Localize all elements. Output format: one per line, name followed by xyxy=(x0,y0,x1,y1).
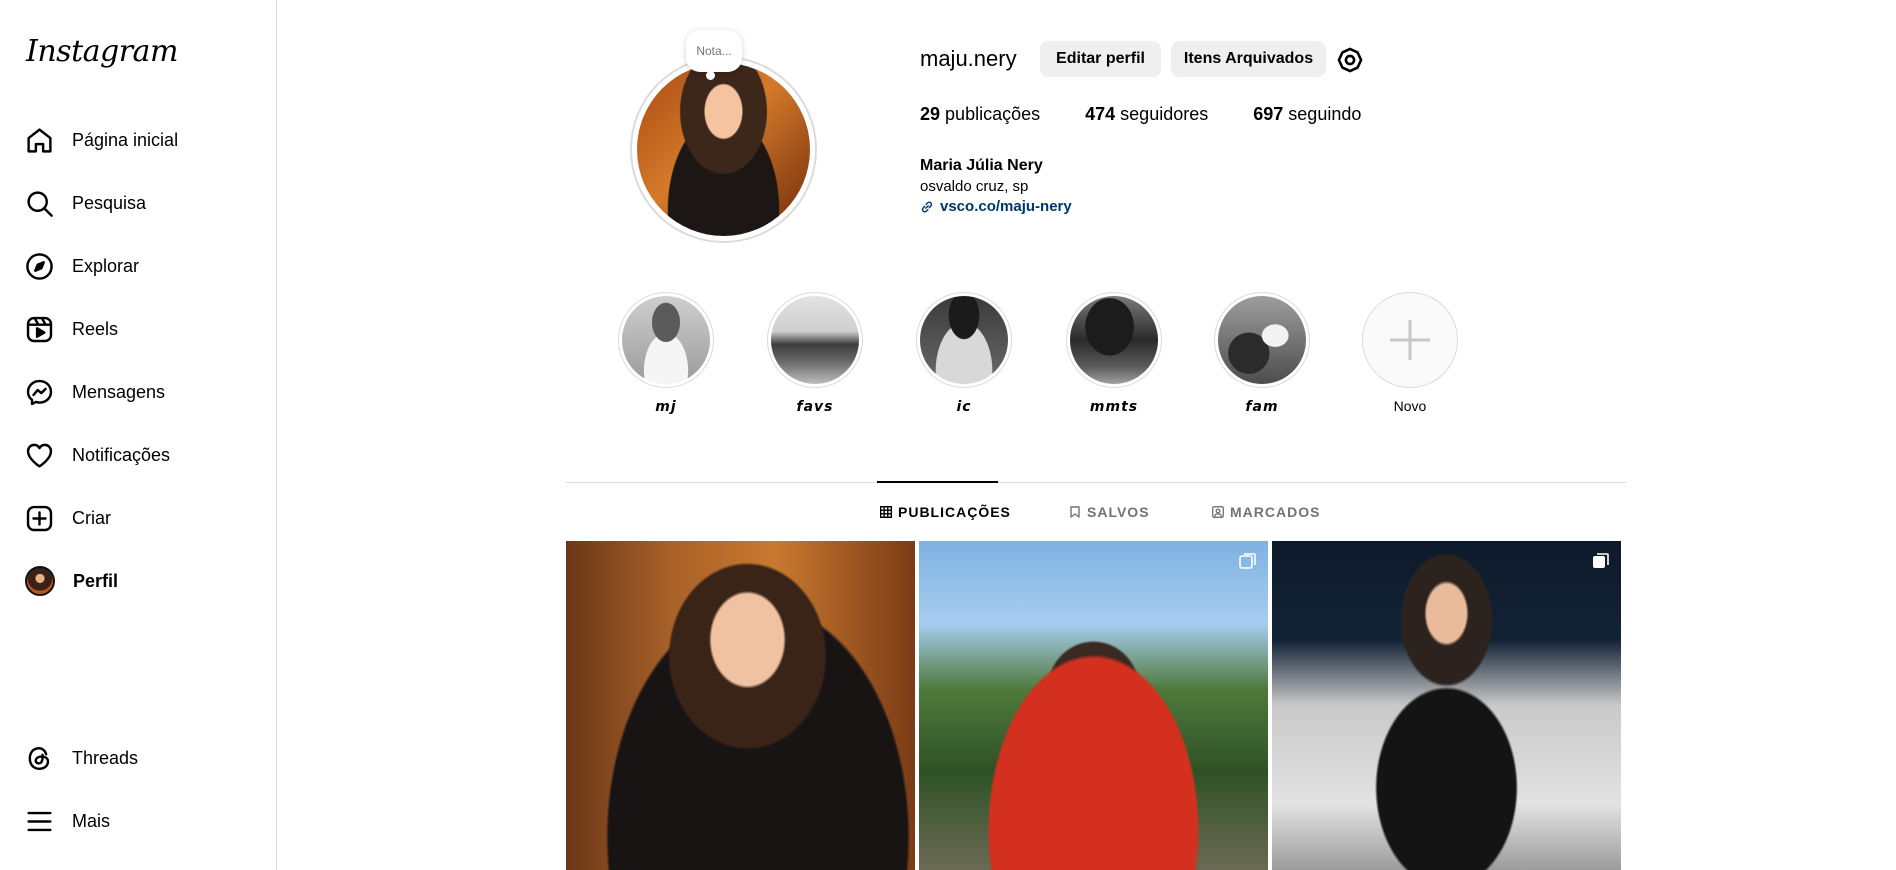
profile-photo xyxy=(637,63,810,236)
sidebar-item-label: Criar xyxy=(72,508,111,528)
sidebar-item-label: Mensagens xyxy=(72,382,166,402)
plus-square-icon xyxy=(26,505,53,531)
highlight-cover xyxy=(618,292,714,388)
profile-avatar[interactable] xyxy=(630,56,817,243)
highlight-cover xyxy=(1214,292,1310,388)
following-count: 697 xyxy=(1253,104,1284,124)
active-tab-indicator xyxy=(877,481,998,483)
sidebar-item-search[interactable]: Pesquisa xyxy=(25,183,146,223)
sidebar-item-threads[interactable]: Threads xyxy=(25,738,138,778)
following-stat[interactable]: 697 seguindo xyxy=(1253,104,1361,125)
gear-icon[interactable] xyxy=(1336,46,1364,74)
highlight-label: 𝙢𝙢𝙩𝙨 xyxy=(1089,398,1139,414)
highlight-new[interactable]: Novo xyxy=(1360,292,1460,414)
posts-label: publicações xyxy=(945,104,1041,124)
home-icon xyxy=(27,127,52,153)
posts-count: 29 xyxy=(920,104,941,124)
highlight-cover xyxy=(1066,292,1162,388)
compass-icon xyxy=(26,252,53,280)
posts-count-stat: 29 publicações xyxy=(920,104,1040,125)
highlight-ic[interactable]: 𝙞𝙘 xyxy=(914,292,1014,415)
threads-icon xyxy=(28,746,50,770)
sidebar-item-label: Pesquisa xyxy=(72,193,147,213)
highlight-label: 𝙞𝙘 xyxy=(956,398,972,414)
archived-items-button[interactable]: Itens Arquivados xyxy=(1171,41,1326,77)
tab-label: PUBLICAÇÕES xyxy=(898,504,1011,520)
search-icon xyxy=(27,190,53,217)
sidebar-item-label: Mais xyxy=(72,811,111,831)
sidebar-item-more[interactable]: Mais xyxy=(25,801,110,841)
following-label: seguindo xyxy=(1288,104,1362,124)
sidebar-item-profile[interactable]: Perfil xyxy=(25,561,118,601)
link-icon xyxy=(921,201,933,212)
highlight-label: 𝙢𝙟 xyxy=(655,398,677,414)
sidebar-item-home[interactable]: Página inicial xyxy=(25,120,178,160)
tab-label: SALVOS xyxy=(1087,504,1150,520)
post-thumbnail[interactable] xyxy=(566,541,915,870)
reels-icon xyxy=(26,316,53,342)
tab-label: MARCADOS xyxy=(1230,504,1321,520)
sidebar-item-label: Reels xyxy=(72,319,119,339)
carousel-icon xyxy=(1239,553,1256,569)
avatar xyxy=(25,566,55,596)
heart-icon xyxy=(26,443,53,468)
sidebar-item-messages[interactable]: Mensagens xyxy=(25,372,165,412)
instagram-logo[interactable]: Instagram xyxy=(26,34,178,69)
menu-icon xyxy=(27,811,52,831)
new-highlight-circle xyxy=(1362,292,1458,388)
tabs-divider xyxy=(566,482,1626,483)
profile-username: maju.nery xyxy=(920,46,1017,71)
tagged-icon xyxy=(1212,506,1224,518)
edit-profile-button[interactable]: Editar perfil xyxy=(1040,41,1161,77)
sidebar-item-label: Explorar xyxy=(72,256,140,276)
highlight-label: 𝙛𝙖𝙢 xyxy=(1245,398,1279,414)
post-thumbnail[interactable] xyxy=(1272,541,1621,870)
sidebar-item-label: Página inicial xyxy=(72,130,179,150)
profile-full-name: Maria Júlia Nery xyxy=(920,157,1043,174)
tab-tagged[interactable]: MARCADOS xyxy=(1212,504,1320,520)
profile-stats: 29 publicações 474 seguidores 697 seguin… xyxy=(920,104,1361,125)
grid-icon xyxy=(880,506,892,518)
sidebar-item-create[interactable]: Criar xyxy=(25,498,111,538)
highlight-cover xyxy=(767,292,863,388)
note-bubble[interactable]: Nota... xyxy=(686,30,742,80)
sidebar-item-reels[interactable]: Reels xyxy=(25,309,118,349)
sidebar-item-explore[interactable]: Explorar xyxy=(25,246,139,286)
highlight-label: Novo xyxy=(1393,398,1427,414)
followers-count: 474 xyxy=(1085,104,1116,124)
profile-bio: osvaldo cruz, sp xyxy=(920,178,1029,195)
highlight-favs[interactable]: 𝙛𝙖𝙫𝙨 xyxy=(765,292,865,415)
profile-link-text: vsco.co/maju-nery xyxy=(940,198,1072,215)
profile-link[interactable]: vsco.co/maju-nery xyxy=(920,198,1072,215)
sidebar-item-notifications[interactable]: Notificações xyxy=(25,435,170,475)
sidebar-item-label: Perfil xyxy=(73,571,119,591)
highlight-fam[interactable]: 𝙛𝙖𝙢 xyxy=(1212,292,1312,415)
highlight-cover xyxy=(916,292,1012,388)
messenger-icon xyxy=(26,379,53,405)
plus-icon xyxy=(1390,320,1430,360)
followers-label: seguidores xyxy=(1120,104,1209,124)
sidebar-item-label: Threads xyxy=(72,748,139,768)
highlight-mj[interactable]: 𝙢𝙟 xyxy=(616,292,716,415)
sidebar: Instagram Página inicial Pesquisa Explor… xyxy=(0,0,277,870)
tab-saved[interactable]: SALVOS xyxy=(1069,504,1150,520)
highlight-label: 𝙛𝙖𝙫𝙨 xyxy=(796,398,834,414)
sidebar-item-label: Notificações xyxy=(72,445,171,465)
highlight-mmts[interactable]: 𝙢𝙢𝙩𝙨 xyxy=(1064,292,1164,415)
tab-posts[interactable]: PUBLICAÇÕES xyxy=(880,504,1011,520)
carousel-icon xyxy=(1593,553,1609,568)
post-thumbnail[interactable] xyxy=(919,541,1268,870)
bookmark-icon xyxy=(1070,506,1080,518)
followers-stat[interactable]: 474 seguidores xyxy=(1085,104,1208,125)
